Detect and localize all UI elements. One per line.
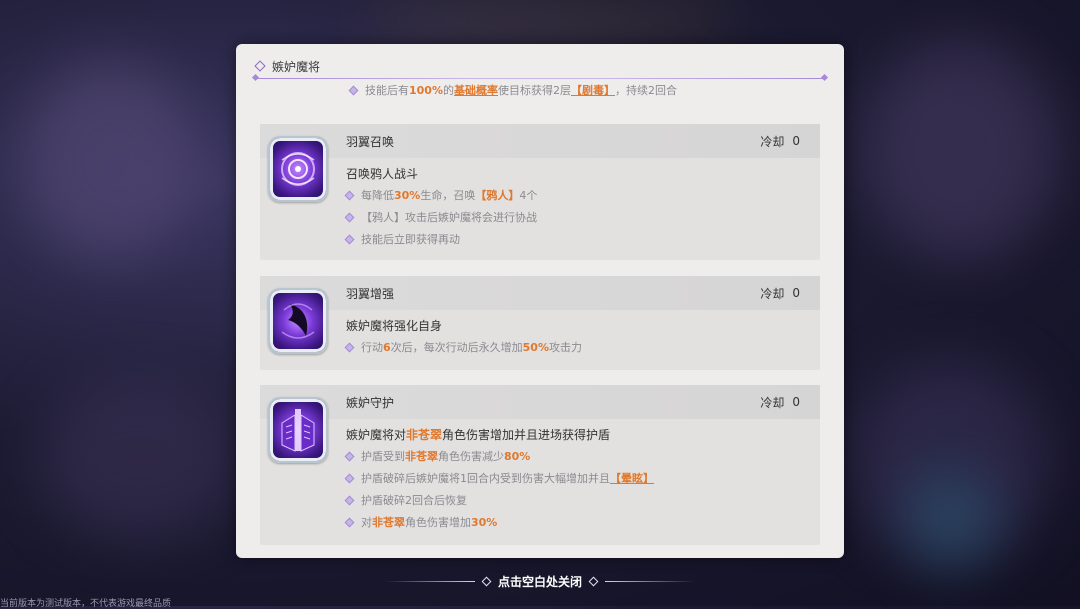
background-blur <box>40 380 240 540</box>
panel-title: 嫉妒魔将 <box>272 59 321 74</box>
background-blur <box>20 60 200 260</box>
status-stun-link[interactable]: 【晕眩】 <box>610 470 654 486</box>
diamond-icon <box>820 73 829 82</box>
cooldown-value: 0 <box>792 395 800 409</box>
diamond-icon <box>254 60 266 72</box>
status-poison-link[interactable]: 【剧毒】 <box>571 82 615 98</box>
effect-text: 角色伤害减少 <box>438 450 504 463</box>
cooldown-label: 冷却 <box>760 286 785 301</box>
skill-name: 羽翼增强 <box>346 286 395 301</box>
skill-name: 羽翼召唤 <box>346 134 395 149</box>
skill-card-3: 嫉妒守护 冷却 0 嫉妒魔将对 非苍翠 角色伤害增加并且进场获得护盾 护盾受到 非苍… <box>260 385 820 545</box>
skill-header: 羽翼召唤 冷却 0 <box>260 124 820 158</box>
effect-text: 次后，每次行动后永久增加 <box>390 341 523 354</box>
effect-text: 护盾破碎后嫉妒魔将1回合内受到伤害大幅增加并且 <box>361 472 610 485</box>
effect-text: 【鸦人】攻击后嫉妒魔将会进行协战 <box>361 211 537 224</box>
effect-text: 攻击力 <box>549 341 582 354</box>
effect-text: 嫉妒魔将对 <box>346 427 407 442</box>
skill-effect: 每降低 30% 生命，召唤 【鸦人】 4个 <box>344 184 820 206</box>
passive-effect-line: 技能后有 100% 的 基础概率 使目标获得2层 【剧毒】 ，持续2回合 <box>348 79 677 101</box>
effect-text: 技能后有 <box>365 84 409 97</box>
skill-name: 嫉妒守护 <box>346 395 395 410</box>
diamond-icon <box>481 576 492 586</box>
bullet-diamond-icon <box>344 212 355 222</box>
skill-card-2: 羽翼增强 冷却 0 嫉妒魔将强化自身 行动 6 次后，每次行动后永久增加 50%… <box>260 276 820 370</box>
skill-detail-panel: 嫉妒魔将 技能后有 100% 的 基础概率 使目标获得2层 【剧毒】 ，持续2回… <box>236 44 844 558</box>
effect-text: 角色伤害增加 <box>405 516 471 529</box>
crow-summon-link[interactable]: 【鸦人】 <box>475 187 519 203</box>
effect-highlight: 非苍翠 <box>406 427 443 442</box>
effect-highlight: 30% <box>394 188 421 202</box>
bullet-diamond-icon <box>344 451 355 461</box>
vortex-icon <box>268 136 328 202</box>
close-hint-button[interactable]: 点击空白处关闭 <box>380 569 700 593</box>
skill-description: 嫉妒魔将对 非苍翠 角色伤害增加并且进场获得护盾 <box>346 423 820 445</box>
background-blur <box>860 40 1060 260</box>
bullet-diamond-icon <box>344 190 355 200</box>
skill-effect: 护盾破碎后嫉妒魔将1回合内受到伤害大幅增加并且 【晕眩】 <box>344 467 820 489</box>
skill-effect: 对 非苍翠 角色伤害增加 30% <box>344 511 820 533</box>
bullet-diamond-icon <box>344 517 355 527</box>
background-blur <box>900 470 1000 570</box>
skill-effect: 技能后立即获得再动 <box>344 228 820 250</box>
effect-text: 技能后立即获得再动 <box>361 233 460 246</box>
cooldown-value: 0 <box>792 286 800 300</box>
effect-text: 生命，召唤 <box>420 189 476 202</box>
effect-text: 使目标获得2层 <box>497 84 571 97</box>
effect-text: ，持续2回合 <box>614 84 677 97</box>
effect-text: 角色伤害增加并且进场获得护盾 <box>442 427 611 442</box>
shield-wings-icon <box>268 397 328 463</box>
version-notice: 当前版本为测试版本，不代表游戏最终品质 <box>0 599 172 609</box>
effect-text: 对 <box>361 516 372 529</box>
effect-text: 护盾受到 <box>361 450 405 463</box>
dark-wing-icon <box>268 288 328 354</box>
skill-description: 召唤鸦人战斗 <box>346 166 419 181</box>
skill-effect: 【鸦人】攻击后嫉妒魔将会进行协战 <box>344 206 820 228</box>
effect-text: 行动 <box>361 341 383 354</box>
effect-highlight: 100% <box>409 83 443 97</box>
effect-highlight: 非苍翠 <box>372 516 405 529</box>
effect-highlight: 30% <box>471 515 498 529</box>
cooldown-label: 冷却 <box>760 134 785 149</box>
skill-card-1: 羽翼召唤 冷却 0 召唤鸦人战斗 每降低 30% 生命，召唤 【鸦人】 4个 【… <box>260 124 820 260</box>
bullet-diamond-icon <box>344 495 355 505</box>
skill-effect: 护盾破碎2回合后恢复 <box>344 489 820 511</box>
cooldown-value: 0 <box>792 134 800 148</box>
divider <box>384 580 475 582</box>
base-rate-link[interactable]: 基础概率 <box>454 82 498 98</box>
skill-description: 嫉妒魔将强化自身 <box>346 318 443 333</box>
effect-text: 每降低 <box>361 189 394 202</box>
effect-text: 护盾破碎2回合后恢复 <box>361 494 467 507</box>
diamond-icon <box>588 576 599 586</box>
cooldown-label: 冷却 <box>760 395 785 410</box>
panel-header: 嫉妒魔将 <box>254 56 321 76</box>
close-hint-label: 点击空白处关闭 <box>497 574 582 589</box>
skill-effect: 护盾受到 非苍翠 角色伤害减少 80% <box>344 445 820 467</box>
effect-text: 4个 <box>519 189 538 202</box>
effect-text: 的 <box>442 84 454 97</box>
skill-effect: 行动 6 次后，每次行动后永久增加 50% 攻击力 <box>344 336 820 358</box>
bullet-diamond-icon <box>348 85 359 95</box>
bullet-diamond-icon <box>344 234 355 244</box>
background-blur <box>360 0 740 40</box>
bullet-diamond-icon <box>344 473 355 483</box>
effect-highlight: 6 <box>383 340 391 354</box>
bullet-diamond-icon <box>344 342 355 352</box>
skill-header: 羽翼增强 冷却 0 <box>260 276 820 310</box>
effect-highlight: 非苍翠 <box>405 450 438 463</box>
effect-highlight: 80% <box>504 449 531 463</box>
skill-header: 嫉妒守护 冷却 0 <box>260 385 820 419</box>
effect-highlight: 50% <box>522 340 549 354</box>
divider <box>605 580 695 582</box>
